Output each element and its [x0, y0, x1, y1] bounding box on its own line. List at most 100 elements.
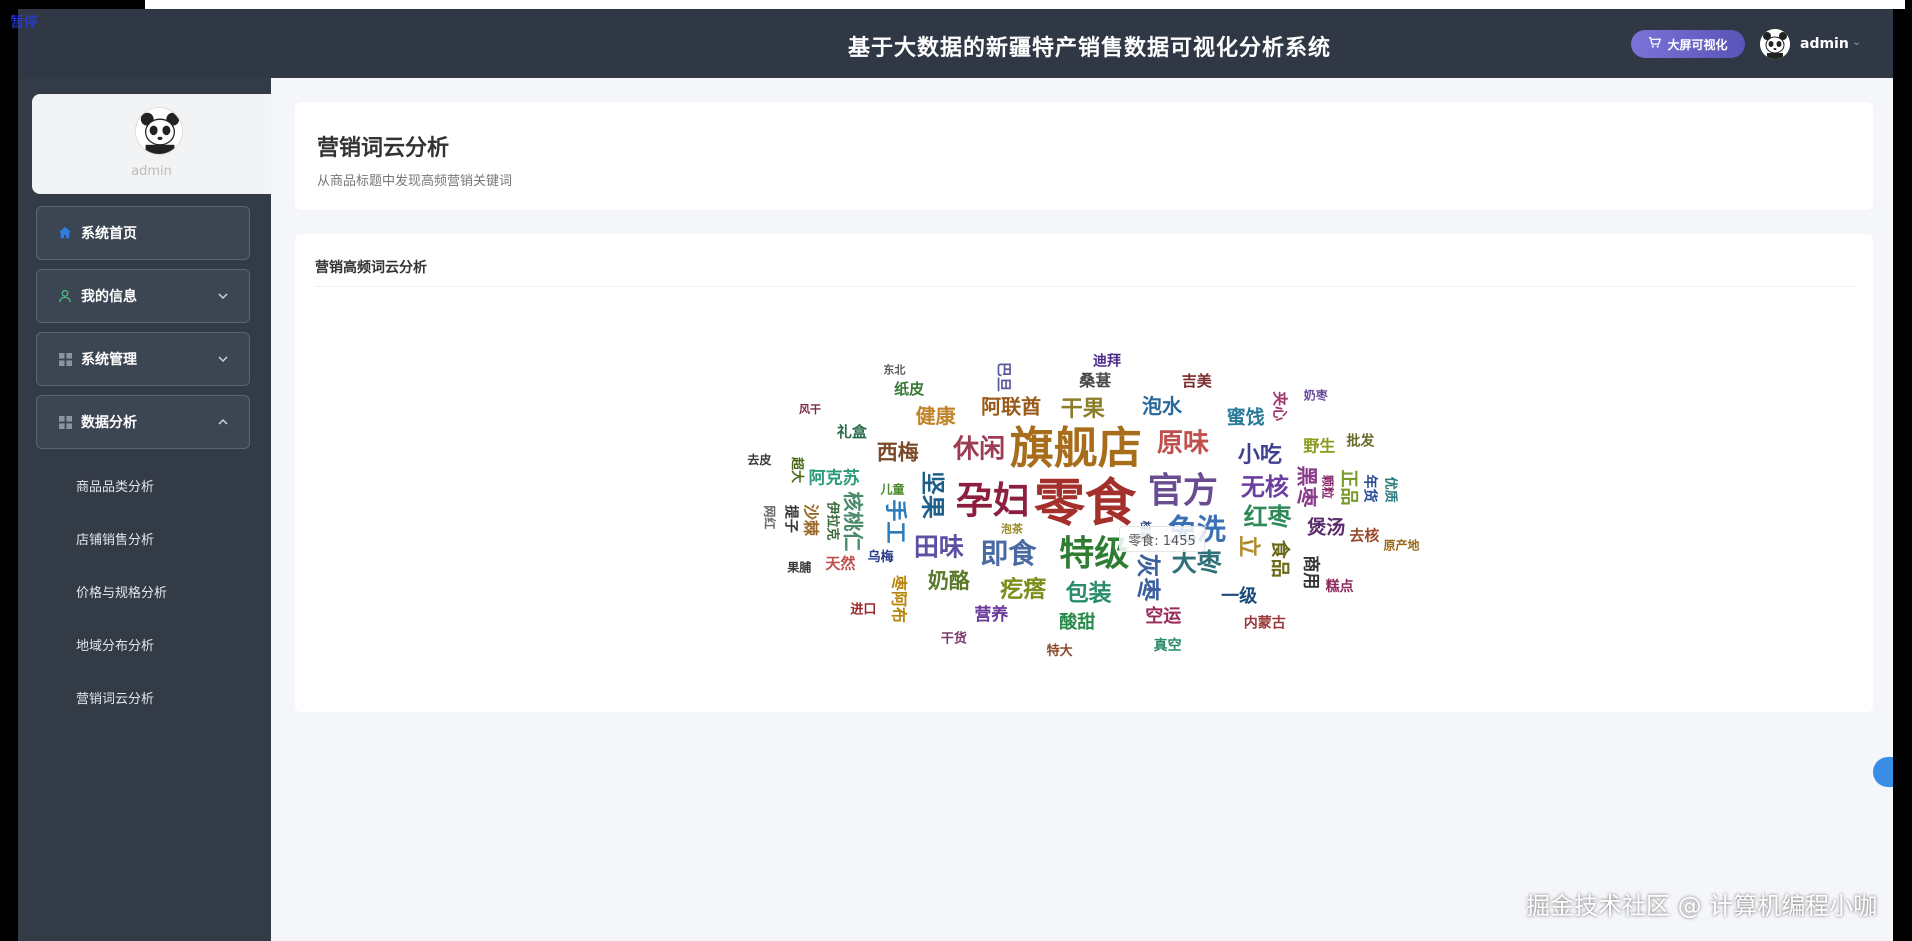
- submenu-item-shop-sales[interactable]: 店铺销售分析: [76, 529, 154, 548]
- page-title: 营销词云分析: [317, 136, 450, 161]
- word-cloud-word[interactable]: 食品: [1269, 540, 1292, 578]
- word-cloud-word[interactable]: 煲汤: [1307, 515, 1345, 538]
- bigscreen-label: 大屏可视化: [1667, 37, 1728, 52]
- word-cloud-word[interactable]: 孕妇: [956, 479, 1030, 522]
- word-cloud-word[interactable]: 桑葚: [1078, 371, 1111, 390]
- word-cloud-word[interactable]: 灰枣: [1134, 554, 1162, 603]
- word-cloud-word[interactable]: 阿克苏: [809, 468, 860, 489]
- bigscreen-button[interactable]: 大屏可视化: [1631, 30, 1745, 58]
- word-cloud-word[interactable]: 手工: [882, 499, 907, 543]
- word-cloud-word[interactable]: 礼盒: [837, 423, 868, 441]
- chart-tooltip: 零食: 1455: [1119, 526, 1205, 552]
- menu-item-data-analysis[interactable]: 数据分析: [36, 395, 250, 449]
- word-cloud-word[interactable]: 野生: [1303, 436, 1335, 455]
- menu-item-system-management[interactable]: 系统管理: [36, 332, 250, 386]
- word-cloud-word[interactable]: 糕点: [1325, 578, 1354, 595]
- grid-icon: [57, 351, 73, 367]
- word-cloud-word[interactable]: 乌梅: [868, 549, 894, 565]
- word-cloud-word[interactable]: 原产地: [1384, 537, 1420, 552]
- word-cloud-word[interactable]: 蜜饯: [1227, 406, 1265, 429]
- word-cloud-word[interactable]: 进口: [850, 602, 876, 617]
- word-cloud-word[interactable]: 疙瘩: [1000, 575, 1046, 602]
- home-icon: [57, 225, 73, 241]
- word-cloud-word[interactable]: 网红: [762, 505, 777, 529]
- word-cloud-word[interactable]: 正品: [1338, 470, 1359, 506]
- word-cloud-word[interactable]: 西梅: [877, 440, 919, 464]
- pause-label[interactable]: 暂停: [10, 12, 38, 32]
- word-cloud-word[interactable]: 超大: [789, 457, 805, 483]
- word-cloud-word[interactable]: 干果: [1061, 397, 1105, 422]
- word-cloud-word[interactable]: 真空: [1154, 637, 1182, 654]
- menu-label: 我的信息: [81, 289, 137, 305]
- word-cloud-word[interactable]: 包装: [1066, 580, 1112, 607]
- word-cloud-word[interactable]: 迪拜: [1093, 352, 1121, 369]
- word-cloud-word[interactable]: 夹心: [1271, 391, 1289, 421]
- menu-item-home[interactable]: 系统首页: [36, 206, 250, 260]
- word-cloud-word[interactable]: 一级: [1221, 585, 1258, 607]
- word-cloud-word[interactable]: 特大: [1047, 643, 1073, 659]
- word-cloud-word[interactable]: 儿童: [880, 481, 905, 496]
- submenu-item-region[interactable]: 地域分布分析: [76, 635, 154, 654]
- word-cloud-word[interactable]: 批发: [1346, 432, 1375, 449]
- word-cloud-word[interactable]: 纸皮: [894, 380, 924, 398]
- word-cloud-word[interactable]: 伊拉克: [825, 500, 841, 540]
- menu-label: 系统管理: [81, 352, 137, 368]
- word-cloud-word[interactable]: 立: [1235, 535, 1261, 557]
- floating-expand-button[interactable]: [1873, 757, 1893, 787]
- word-cloud-word[interactable]: 阿联酋: [981, 394, 1041, 418]
- word-cloud-word[interactable]: 小吃: [1238, 442, 1282, 468]
- word-cloud-word[interactable]: 无核: [1241, 473, 1289, 501]
- word-cloud-word[interactable]: 健康: [916, 404, 957, 428]
- word-cloud-word[interactable]: 大枣: [1172, 548, 1223, 577]
- user-avatar[interactable]: [1760, 29, 1790, 59]
- word-cloud-word[interactable]: 奶枣: [1304, 388, 1329, 403]
- page-subtitle: 从商品标题中发现高频营销关键词: [317, 174, 513, 189]
- word-cloud-word[interactable]: 优质: [1383, 477, 1399, 503]
- word-cloud-word[interactable]: 坚果: [918, 471, 946, 519]
- sidebar: admin 系统首页 我的信息 系统管理 数据分析 商品品类分析 店铺销售分析 …: [18, 78, 271, 941]
- word-cloud-word[interactable]: 提子: [782, 505, 798, 533]
- chevron-down-icon[interactable]: ⌄: [1852, 35, 1861, 48]
- submenu-item-category[interactable]: 商品品类分析: [76, 476, 154, 495]
- word-cloud-word[interactable]: 风干: [799, 402, 821, 416]
- word-cloud-word[interactable]: 果脯: [786, 560, 811, 575]
- word-cloud-word[interactable]: 枣阿布: [889, 574, 908, 623]
- word-cloud-word[interactable]: 泡茶: [1001, 521, 1024, 535]
- word-cloud-word[interactable]: 营养: [974, 604, 1009, 625]
- word-cloud-word[interactable]: 去核: [1349, 527, 1379, 545]
- top-header: 基于大数据的新疆特产销售数据可视化分析系统 大屏可视化 admin ⌄: [18, 9, 1893, 78]
- submenu-item-wordcloud[interactable]: 营销词云分析: [76, 688, 154, 707]
- word-cloud-word[interactable]: 休闲: [952, 435, 1005, 465]
- word-cloud-word[interactable]: 核桃仁: [841, 491, 865, 551]
- word-cloud-word[interactable]: 商用: [1301, 555, 1322, 589]
- word-cloud-word[interactable]: 东北: [883, 363, 905, 377]
- word-cloud-word[interactable]: 奶酪: [928, 569, 971, 593]
- word-cloud-word[interactable]: 天然: [825, 554, 855, 572]
- word-cloud-word[interactable]: 去皮: [747, 452, 771, 467]
- chevron-down-icon: [217, 290, 229, 306]
- word-cloud-word[interactable]: 沙棘: [802, 504, 821, 537]
- word-cloud-word[interactable]: 旗舰店: [1010, 423, 1142, 474]
- word-cloud-word[interactable]: 泡水: [1142, 394, 1183, 418]
- word-cloud-word[interactable]: 酸甜: [1059, 611, 1095, 633]
- submenu-item-price-spec[interactable]: 价格与规格分析: [76, 582, 167, 601]
- word-cloud-word[interactable]: 红枣: [1244, 503, 1293, 531]
- word-cloud-word[interactable]: 即食: [980, 537, 1037, 570]
- word-cloud-word[interactable]: 田味: [914, 533, 964, 562]
- header-username[interactable]: admin: [1800, 36, 1849, 52]
- word-cloud-word[interactable]: 原味: [1157, 429, 1209, 459]
- word-cloud-word[interactable]: 巴旦: [995, 362, 1013, 392]
- word-cloud-word[interactable]: 黑枣: [1295, 466, 1319, 509]
- menu-item-my-info[interactable]: 我的信息: [36, 269, 250, 323]
- word-cloud-word[interactable]: 吉美: [1182, 372, 1213, 390]
- word-cloud-word[interactable]: 零食: [1034, 475, 1137, 534]
- watermark: 掘金技术社区 @ 计算机编程小咖: [1526, 892, 1878, 920]
- word-cloud-word[interactable]: 空运: [1145, 605, 1181, 627]
- word-cloud-word[interactable]: 颗粒: [1320, 475, 1335, 499]
- word-cloud-word[interactable]: 年货: [1361, 475, 1378, 503]
- word-cloud-word[interactable]: 内蒙古: [1244, 615, 1286, 632]
- word-cloud-word[interactable]: 官方: [1148, 471, 1218, 511]
- grid-icon: [57, 414, 73, 430]
- menu-label: 系统首页: [81, 226, 137, 242]
- word-cloud-word[interactable]: 干货: [941, 630, 967, 646]
